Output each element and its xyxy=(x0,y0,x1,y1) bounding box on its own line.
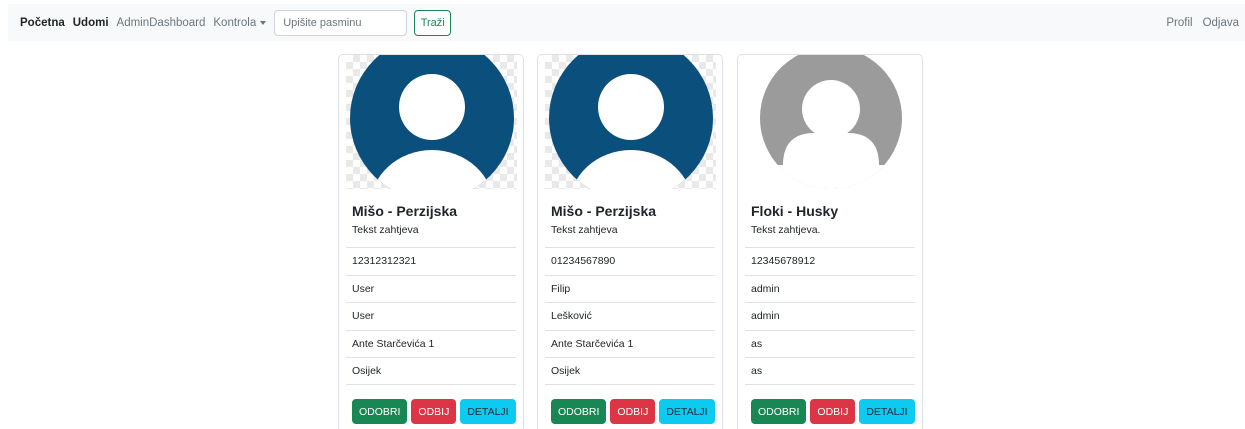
card-title: Floki - Husky xyxy=(751,203,839,219)
list-item: Ante Starčevića 1 xyxy=(545,329,715,358)
search-button[interactable]: Traži xyxy=(414,9,452,36)
reject-button[interactable]: ODBIJ xyxy=(411,399,457,424)
card-image xyxy=(346,55,517,189)
details-button[interactable]: DETALJI xyxy=(859,399,915,424)
card-details-list: 12312312321 User User Ante Starčevića 1 … xyxy=(346,247,516,385)
list-item: User xyxy=(346,274,516,303)
request-card: Mišo - Perzijska Tekst zahtjeva 12312312… xyxy=(338,54,524,429)
card-text: Tekst zahtjeva xyxy=(551,224,618,236)
list-item: 12345678912 xyxy=(745,247,915,275)
approve-button[interactable]: ODOBRI xyxy=(751,399,807,424)
nav-control-label: Kontrola xyxy=(213,16,257,29)
list-item: 12312312321 xyxy=(346,247,516,275)
card-text: Tekst zahtjeva. xyxy=(751,224,821,236)
list-item: Osijek xyxy=(346,357,516,385)
nav-adopt-link[interactable]: Udomi xyxy=(73,17,109,29)
card-image xyxy=(545,55,716,189)
card-title: Mišo - Perzijska xyxy=(551,203,657,219)
list-item: Lešković xyxy=(545,302,715,330)
nav-right: Profil Odjava xyxy=(1156,17,1239,29)
list-item: admin xyxy=(745,302,915,330)
request-card: Floki - Husky Tekst zahtjeva. 1234567891… xyxy=(737,54,923,429)
details-button[interactable]: DETALJI xyxy=(460,399,516,424)
list-item: admin xyxy=(745,274,915,303)
blue-avatar-icon xyxy=(350,55,514,189)
nav-home-link[interactable]: Početna xyxy=(20,17,65,29)
gray-avatar-icon xyxy=(760,55,902,189)
reject-button[interactable]: ODBIJ xyxy=(610,399,656,424)
navbar: Početna Udomi AdminDashboard Kontrola Tr… xyxy=(8,4,1245,41)
nav-left: Početna Udomi AdminDashboard Kontrola Tr… xyxy=(20,9,452,36)
list-item: as xyxy=(745,329,915,358)
nav-logout-link[interactable]: Odjava xyxy=(1203,17,1239,29)
card-image xyxy=(745,55,916,189)
caret-down-icon xyxy=(260,20,267,25)
blue-avatar-icon xyxy=(549,55,713,189)
list-item: as xyxy=(745,357,915,385)
approve-button[interactable]: ODOBRI xyxy=(551,399,607,424)
approve-button[interactable]: ODOBRI xyxy=(352,399,408,424)
search-input[interactable] xyxy=(274,9,408,36)
request-card: Mišo - Perzijska Tekst zahtjeva 01234567… xyxy=(537,54,723,429)
nav-admin-dashboard-link[interactable]: AdminDashboard xyxy=(117,17,206,29)
card-title: Mišo - Perzijska xyxy=(352,203,458,219)
card-actions: ODOBRI ODBIJ DETALJI xyxy=(352,399,520,424)
list-item: 01234567890 xyxy=(545,247,715,275)
card-actions: ODOBRI ODBIJ DETALJI xyxy=(751,399,919,424)
nav-control-dropdown[interactable]: Kontrola xyxy=(213,16,267,29)
card-text: Tekst zahtjeva xyxy=(352,224,419,236)
list-item: Osijek xyxy=(545,357,715,385)
card-actions: ODOBRI ODBIJ DETALJI xyxy=(551,399,719,424)
list-item: Ante Starčevića 1 xyxy=(346,329,516,358)
list-item: User xyxy=(346,302,516,330)
list-item: Filip xyxy=(545,274,715,303)
details-button[interactable]: DETALJI xyxy=(659,399,715,424)
card-details-list: 01234567890 Filip Lešković Ante Starčevi… xyxy=(545,247,715,385)
card-details-list: 12345678912 admin admin as as xyxy=(745,247,915,385)
nav-profile-link[interactable]: Profil xyxy=(1166,17,1192,29)
reject-button[interactable]: ODBIJ xyxy=(810,399,856,424)
